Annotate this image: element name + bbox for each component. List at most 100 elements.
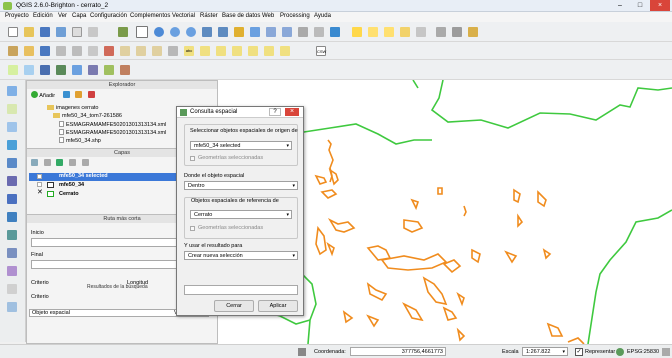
menu-proyecto[interactable]: Proyecto [5,13,29,19]
new-gpx-icon[interactable] [7,140,17,150]
select-features-icon[interactable] [368,27,378,37]
add-wcs-layer-icon[interactable] [88,65,98,75]
eye-icon[interactable] [43,159,51,166]
identify-icon[interactable] [352,27,362,37]
layer-item-selected[interactable]: mfe50_34 selected [59,173,108,179]
digitize-vertex-icon[interactable] [7,86,17,96]
layer-item[interactable]: Cerrato [59,191,79,197]
move-feature-icon[interactable] [72,46,82,56]
add-wms-layer-icon[interactable] [72,65,82,75]
add-wfs-layer-icon[interactable] [104,65,114,75]
open-layer-styling-icon[interactable] [31,159,38,166]
help-button[interactable]: ? [269,108,281,116]
refresh-icon[interactable] [62,91,70,98]
csw-icon[interactable]: CSW [316,46,326,56]
source-layer-select[interactable]: mfe50_34 selected ▾ [190,141,292,150]
zoom-out-icon[interactable] [186,27,196,37]
menu-ayuda[interactable]: Ayuda [314,13,331,19]
measure-icon[interactable] [436,27,446,37]
vector-icon[interactable] [7,302,17,312]
layer-labeling-icon[interactable] [200,46,210,56]
save-edits-icon[interactable] [40,46,50,56]
save-project-icon[interactable] [40,27,50,37]
result-message-field[interactable] [184,285,298,295]
add-icon[interactable] [31,91,38,98]
new-print-composer-icon[interactable] [72,27,82,37]
menu-base-de-datos[interactable]: Base de datos [222,13,260,19]
add-postgis-layer-icon[interactable] [40,65,50,75]
save-as-icon[interactable] [56,27,66,37]
menu-configuracion[interactable]: Configuración [90,13,127,19]
refresh-icon[interactable] [330,27,340,37]
add-spatialite-layer-icon[interactable] [56,65,66,75]
add-button[interactable]: Añadir [39,93,55,99]
layer-item[interactable]: mfe50_34 [59,182,84,188]
rotate-label-icon[interactable] [264,46,274,56]
show-hide-labels-icon[interactable] [232,46,242,56]
new-spatialite-icon[interactable] [7,122,17,132]
wfs-icon[interactable] [7,230,17,240]
pan-hand-icon[interactable] [136,26,148,38]
operation-select[interactable]: Dentro ▾ [184,181,298,190]
apply-button[interactable]: Aplicar [258,300,298,312]
filter-icon[interactable] [75,91,83,98]
zoom-to-selection-icon[interactable] [234,27,244,37]
reference-layer-select[interactable]: Cerrato ▾ [190,210,292,219]
zoom-native-icon[interactable] [202,27,212,37]
layer-visibility-checkbox[interactable] [37,174,42,179]
paste-features-icon[interactable] [152,46,162,56]
oracle-layer-icon[interactable] [7,158,17,168]
add-feature-icon[interactable] [56,46,66,56]
zoom-to-layer-icon[interactable] [250,27,260,37]
minimize-button[interactable]: – [610,0,630,11]
gps-icon[interactable] [7,284,17,294]
menu-raster[interactable]: Ráster [200,13,218,19]
show-bookmarks-icon[interactable] [314,27,324,37]
composer-manager-icon[interactable] [88,27,98,37]
delete-selected-icon[interactable] [104,46,114,56]
toggle-editing-icon[interactable] [24,46,34,56]
menu-vectorial[interactable]: Vectorial [172,13,195,19]
collapse-icon[interactable] [87,91,95,98]
pan-to-selection-icon[interactable] [154,27,164,37]
open-attribute-table-icon[interactable] [416,27,426,37]
collapse-all-icon[interactable] [81,159,89,166]
filter-legend-icon[interactable] [56,159,64,166]
label-abc-icon[interactable]: abc [184,46,194,56]
wms-icon[interactable] [7,194,17,204]
zoom-last-icon[interactable] [266,27,276,37]
messages-icon[interactable] [662,348,670,356]
menu-edicion[interactable]: Edición [33,13,53,19]
result-action-select[interactable]: Crear nueva selección ▾ [184,251,298,260]
new-project-icon[interactable] [8,27,18,37]
mssql-layer-icon[interactable] [7,176,17,186]
change-label-icon[interactable] [280,46,290,56]
node-tool-icon[interactable] [88,46,98,56]
render-checkbox[interactable]: ✓ [575,348,583,356]
deselect-icon[interactable] [400,27,410,37]
new-bookmark-icon[interactable] [298,27,308,37]
virtual-layer-icon[interactable] [7,266,17,276]
text-annotation-icon[interactable] [468,27,478,37]
select-by-expression-icon[interactable] [384,27,394,37]
epsg-label[interactable]: EPSG:25830 [627,349,659,355]
menu-ver[interactable]: Ver [58,13,67,19]
coordinate-field[interactable]: 377756,4661773 [350,347,446,356]
expand-all-icon[interactable] [69,159,77,166]
dialog-close-button[interactable]: × [285,108,299,116]
wcs-icon[interactable] [7,212,17,222]
cut-features-icon[interactable] [120,46,130,56]
maximize-button[interactable]: □ [630,0,650,11]
tree-item[interactable]: imagenes cerrato [47,105,99,111]
tree-item[interactable]: mfe50_34.shp [59,137,101,144]
reference-geometries-checkbox[interactable] [190,226,195,231]
tree-item[interactable]: mfe50_34_tom7-261586 [53,113,122,119]
source-geometries-checkbox[interactable] [190,156,195,161]
zoom-full-icon[interactable] [218,27,228,37]
map-tips-icon[interactable] [452,27,462,37]
open-project-icon[interactable] [24,27,34,37]
zoom-next-icon[interactable] [282,27,292,37]
menu-capa[interactable]: Capa [72,13,86,19]
undo-icon[interactable] [168,46,178,56]
current-edits-icon[interactable] [8,46,18,56]
